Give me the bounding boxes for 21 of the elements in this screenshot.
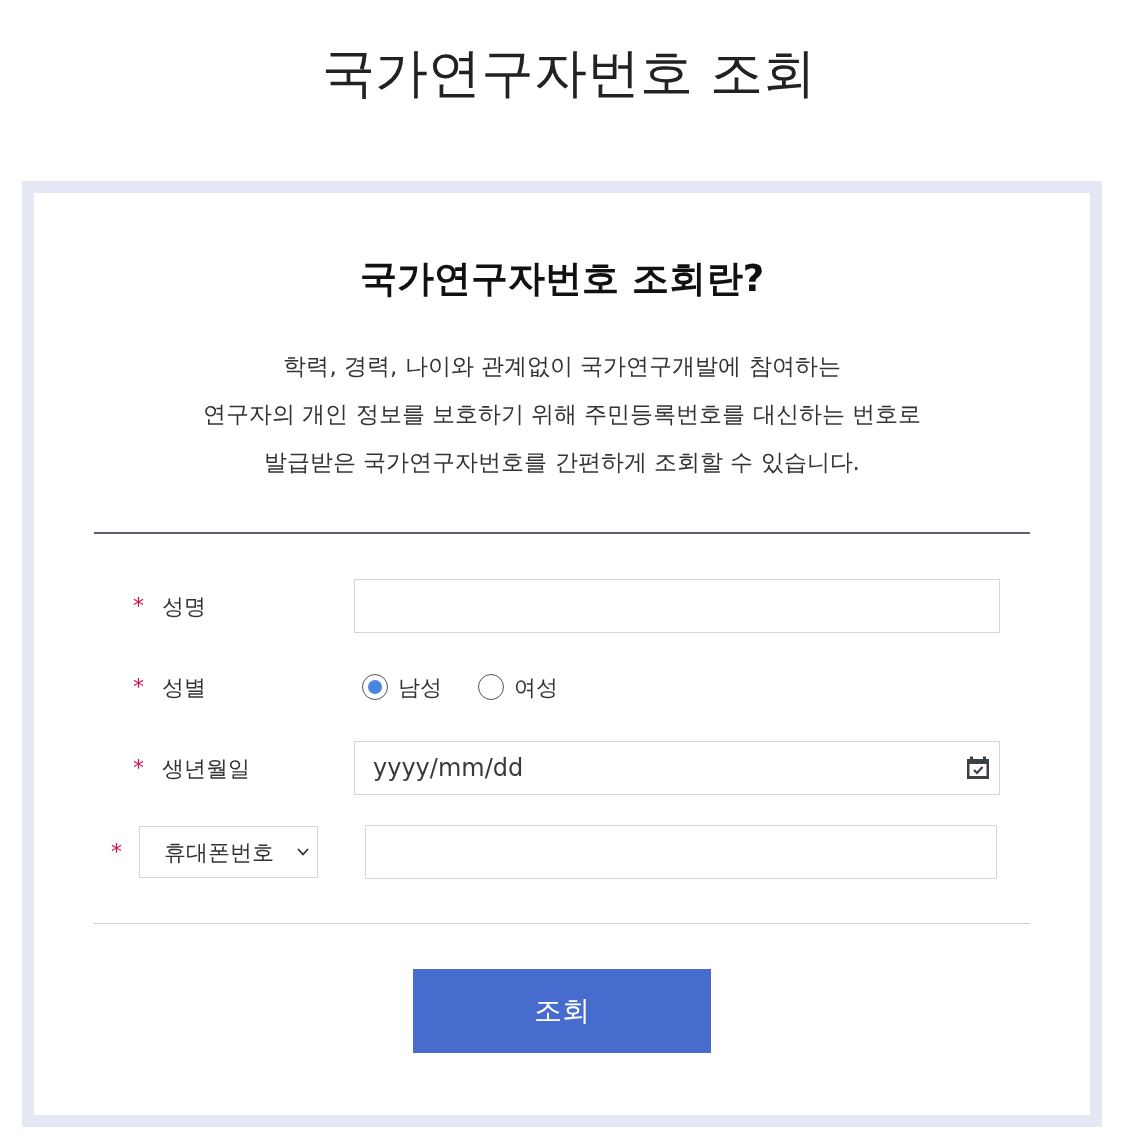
required-mark: * — [133, 757, 144, 779]
phone-type-select[interactable]: 휴대폰번호 — [139, 826, 318, 878]
name-input[interactable] — [354, 579, 1000, 633]
field-label: 성별 — [162, 673, 206, 702]
page-title: 국가연구자번호 조회 — [322, 41, 816, 105]
chevron-down-icon — [297, 848, 309, 856]
phone-number-input[interactable] — [365, 825, 997, 879]
required-mark: * — [133, 676, 144, 698]
date-input[interactable]: yyyy/mm/dd — [354, 741, 1000, 795]
intro-description: 학력, 경력, 나이와 관계없이 국가연구개발에 참여하는 연구자의 개인 정보를 보호하기 위해 주민등록번호를 대신하는 번호로 발급받은 국가연구자번호를 간편하게 조회할 수 있습니다. — [201, 352, 923, 477]
section-heading: 국가연구자번호 조회란? — [358, 256, 766, 302]
search-button[interactable]: 조회 — [413, 969, 711, 1053]
calendar-icon[interactable] — [966, 756, 990, 780]
field-label: 생년월일 — [162, 754, 250, 783]
radio-label[interactable]: 여성 — [514, 670, 558, 704]
radio-label[interactable]: 남성 — [398, 670, 442, 704]
required-mark: * — [111, 841, 122, 863]
radio-button[interactable] — [478, 674, 504, 700]
field-label: 성명 — [162, 592, 206, 621]
radio-button[interactable] — [362, 674, 388, 700]
required-mark: * — [133, 595, 144, 617]
